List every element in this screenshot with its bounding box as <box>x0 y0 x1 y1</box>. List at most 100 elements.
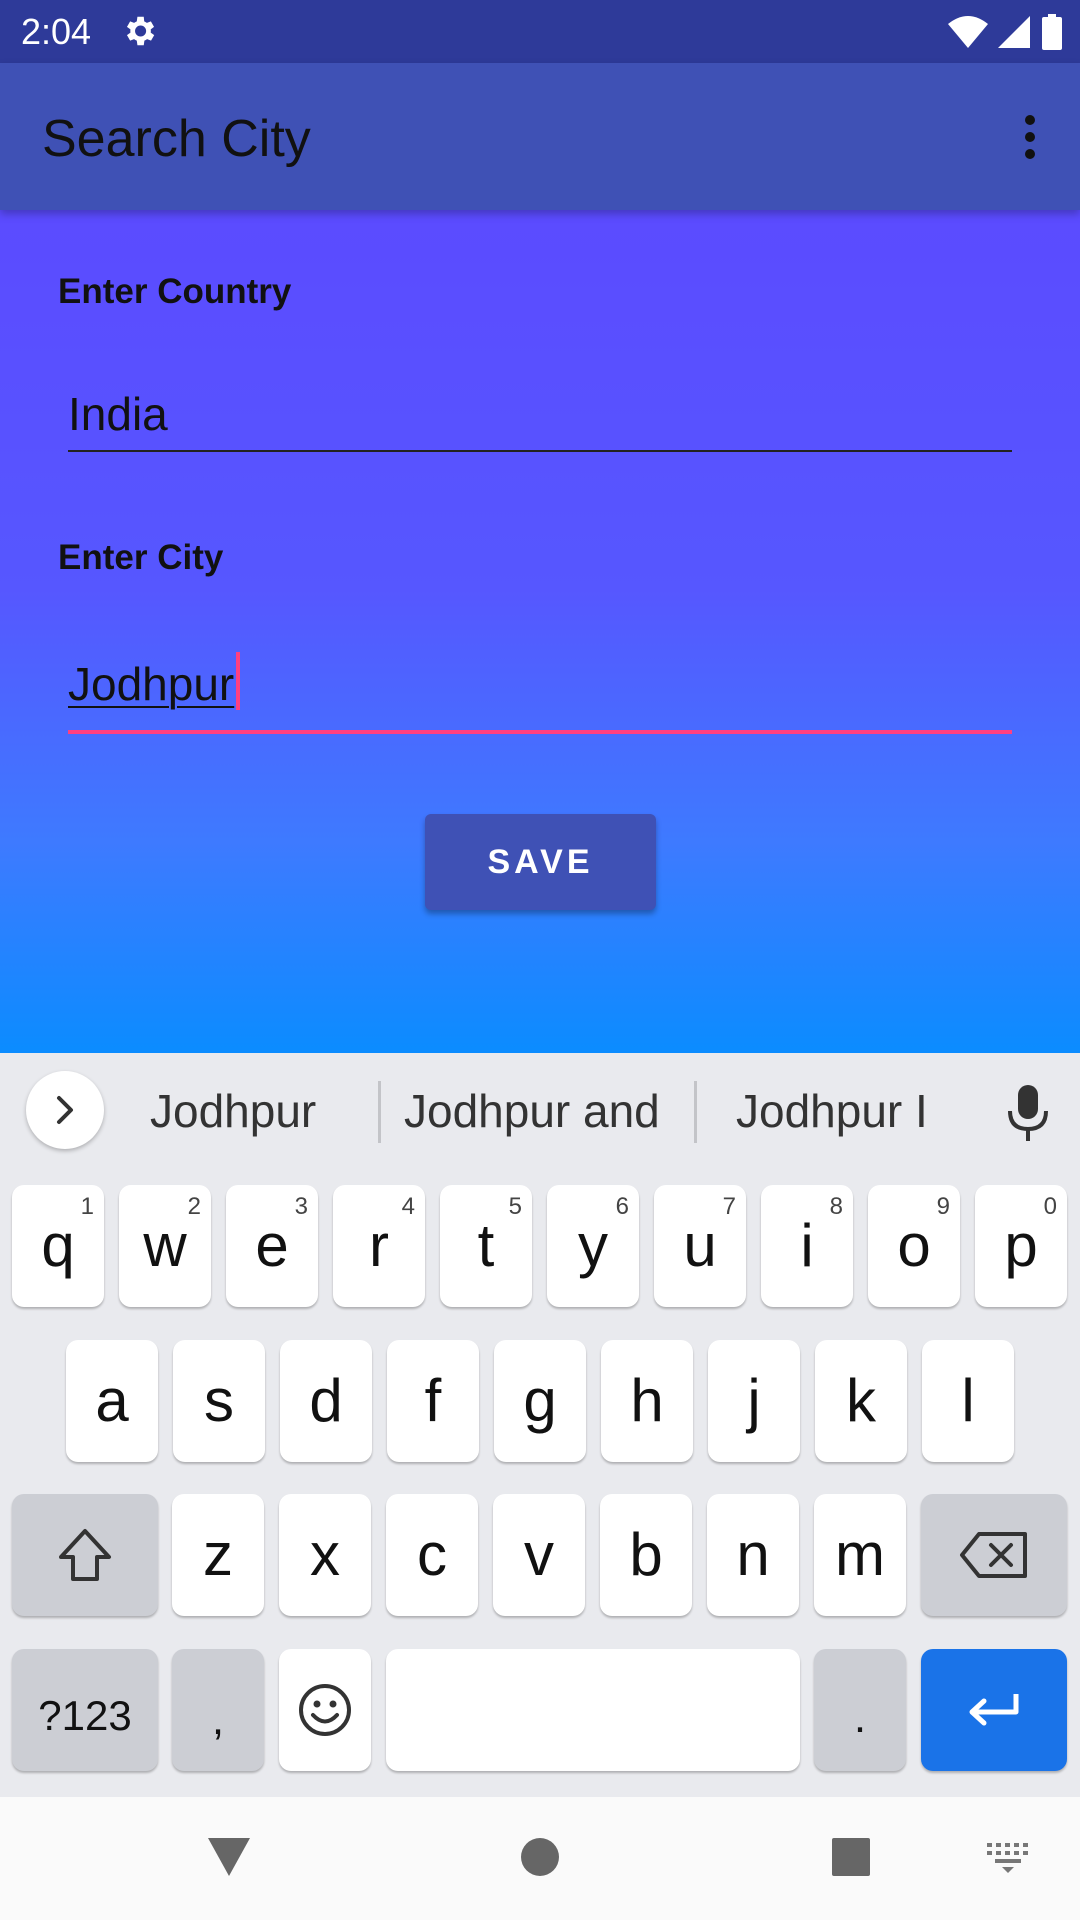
key-u[interactable]: u7 <box>654 1185 746 1307</box>
country-value: India <box>68 388 168 440</box>
key-hint: 7 <box>722 1193 736 1220</box>
key-o[interactable]: o9 <box>868 1185 960 1307</box>
key-l[interactable]: l <box>922 1340 1014 1462</box>
key-label: o <box>897 1212 931 1279</box>
recents-icon[interactable] <box>831 1837 871 1877</box>
more-vert-icon-dot <box>1025 149 1035 159</box>
key-label: g <box>523 1367 557 1434</box>
keyboard-menu-button[interactable] <box>26 1071 104 1149</box>
key-label: l <box>961 1367 975 1434</box>
key-p[interactable]: p0 <box>975 1185 1067 1307</box>
suggestion-bar: Jodhpur Jodhpur and Jodhpur I <box>0 1053 1080 1169</box>
symbols-key-label: ?123 <box>38 1692 132 1739</box>
key-d[interactable]: d <box>280 1340 372 1462</box>
wifi-icon <box>948 16 988 48</box>
suggestion-1[interactable]: Jodhpur <box>150 1083 316 1139</box>
space-key[interactable] <box>386 1649 800 1771</box>
key-n[interactable]: n <box>707 1494 799 1616</box>
key-label: p <box>1004 1212 1038 1279</box>
more-options-button[interactable] <box>1010 107 1050 167</box>
status-bar: 2:04 <box>0 0 1080 63</box>
form-area: Enter Country India Enter City Jodhpur S… <box>0 210 1080 1053</box>
key-z[interactable]: z <box>172 1494 264 1616</box>
key-e[interactable]: e3 <box>226 1185 318 1307</box>
key-s[interactable]: s <box>173 1340 265 1462</box>
enter-icon <box>969 1694 1019 1726</box>
enter-key[interactable] <box>921 1649 1067 1771</box>
home-icon[interactable] <box>520 1837 560 1877</box>
suggestion-divider <box>694 1081 697 1143</box>
key-label: y <box>578 1212 608 1279</box>
shift-key[interactable] <box>12 1494 158 1616</box>
key-k[interactable]: k <box>815 1340 907 1462</box>
save-button[interactable]: SAVE <box>425 814 656 910</box>
key-label: w <box>143 1212 187 1279</box>
key-y[interactable]: y6 <box>547 1185 639 1307</box>
backspace-key[interactable] <box>921 1494 1067 1616</box>
suggestion-divider <box>378 1081 381 1143</box>
key-b[interactable]: b <box>600 1494 692 1616</box>
key-label: h <box>630 1367 664 1434</box>
more-vert-icon <box>1025 115 1035 125</box>
keyboard: Jodhpur Jodhpur and Jodhpur I q1w2e3r4t5… <box>0 1053 1080 1797</box>
key-a[interactable]: a <box>66 1340 158 1462</box>
key-label: m <box>835 1521 885 1588</box>
key-hint: 8 <box>829 1193 843 1220</box>
text-cursor <box>236 652 241 710</box>
key-label: s <box>204 1367 234 1434</box>
key-label: j <box>747 1367 761 1434</box>
battery-icon <box>1042 14 1062 50</box>
key-r[interactable]: r4 <box>333 1185 425 1307</box>
key-v[interactable]: v <box>493 1494 585 1616</box>
city-label: Enter City <box>58 538 224 577</box>
key-label: b <box>629 1521 663 1588</box>
key-x[interactable]: x <box>279 1494 371 1616</box>
key-hint: 5 <box>508 1193 522 1220</box>
key-label: e <box>255 1212 289 1279</box>
key-t[interactable]: t5 <box>440 1185 532 1307</box>
signal-icon <box>998 16 1030 48</box>
key-f[interactable]: f <box>387 1340 479 1462</box>
period-key[interactable]: . <box>814 1649 906 1771</box>
key-label: r <box>369 1212 389 1279</box>
app-bar: Search City <box>0 63 1080 210</box>
comma-key[interactable]: , <box>172 1649 264 1771</box>
suggestion-2[interactable]: Jodhpur and <box>404 1083 660 1139</box>
status-time: 2:04 <box>21 11 92 52</box>
emoji-key[interactable] <box>279 1649 371 1771</box>
key-hint: 9 <box>936 1193 950 1220</box>
navigation-bar <box>0 1797 1080 1920</box>
country-label: Enter Country <box>58 272 292 311</box>
key-j[interactable]: j <box>708 1340 800 1462</box>
period-key-label: . <box>853 1693 867 1742</box>
key-h[interactable]: h <box>601 1340 693 1462</box>
key-label: x <box>310 1521 340 1588</box>
key-g[interactable]: g <box>494 1340 586 1462</box>
city-field[interactable]: Jodhpur <box>68 642 1012 734</box>
back-icon[interactable] <box>206 1836 252 1878</box>
key-label: i <box>800 1212 814 1279</box>
symbols-key[interactable]: ?123 <box>12 1649 158 1771</box>
key-label: t <box>477 1212 495 1279</box>
key-hint: 6 <box>615 1193 629 1220</box>
key-q[interactable]: q1 <box>12 1185 104 1307</box>
key-i[interactable]: i8 <box>761 1185 853 1307</box>
key-w[interactable]: w2 <box>119 1185 211 1307</box>
country-underline <box>68 450 1012 452</box>
comma-key-label: , <box>211 1695 225 1744</box>
country-field[interactable]: India <box>68 380 1012 452</box>
key-c[interactable]: c <box>386 1494 478 1616</box>
keyboard-switch-icon[interactable] <box>987 1843 1029 1873</box>
more-vert-icon-dot <box>1025 132 1035 142</box>
suggestion-3[interactable]: Jodhpur I <box>736 1083 928 1139</box>
key-m[interactable]: m <box>814 1494 906 1616</box>
key-label: z <box>203 1521 233 1588</box>
city-underline <box>68 730 1012 734</box>
key-label: n <box>736 1521 770 1588</box>
mic-icon[interactable] <box>1004 1083 1052 1143</box>
backspace-icon <box>960 1532 1027 1578</box>
key-label: k <box>846 1367 876 1434</box>
gear-icon <box>126 16 155 46</box>
key-label: d <box>309 1367 343 1434</box>
key-hint: 2 <box>187 1193 201 1220</box>
